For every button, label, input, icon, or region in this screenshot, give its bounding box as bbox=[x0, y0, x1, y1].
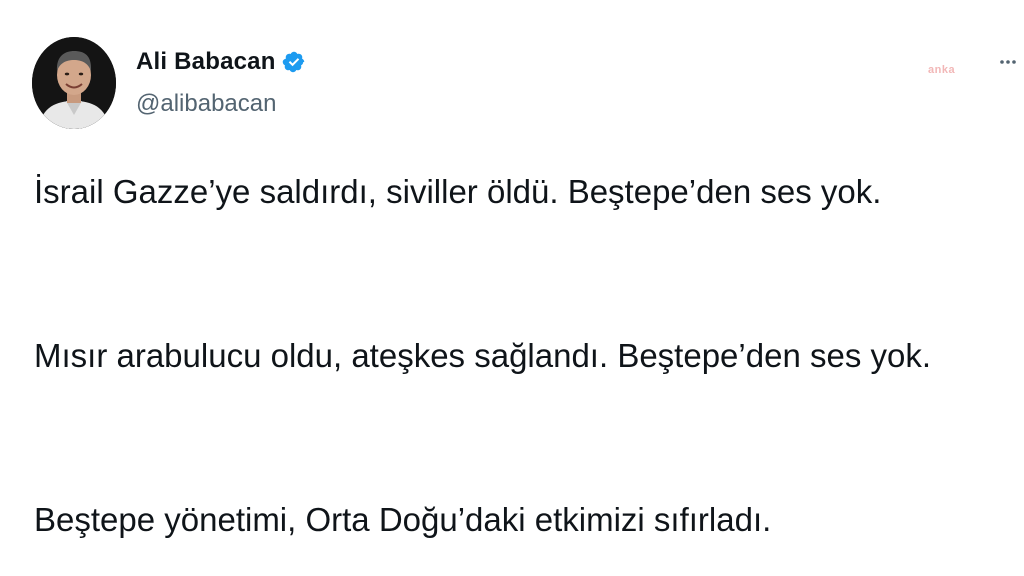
tweet-paragraph-3: Beştepe yönetimi, Orta Doğu’daki etkimiz… bbox=[34, 501, 772, 538]
author-avatar[interactable] bbox=[32, 37, 116, 129]
tweet-card: Ali Babacan @alibabacan anka İsrail Gazz… bbox=[0, 0, 1024, 576]
verified-badge-icon bbox=[282, 50, 306, 74]
avatar-photo-icon bbox=[32, 37, 116, 129]
author-handle[interactable]: @alibabacan bbox=[136, 90, 276, 118]
watermark-logo: anka bbox=[928, 64, 956, 76]
more-options-icon[interactable] bbox=[996, 50, 1020, 74]
author-display-name[interactable]: Ali Babacan bbox=[136, 48, 276, 76]
author-name-row: Ali Babacan bbox=[136, 48, 306, 76]
tweet-paragraph-1: İsrail Gazze’ye saldırdı, siviller öldü.… bbox=[34, 173, 882, 210]
tweet-paragraph-2: Mısır arabulucu oldu, ateşkes sağlandı. … bbox=[34, 337, 932, 374]
